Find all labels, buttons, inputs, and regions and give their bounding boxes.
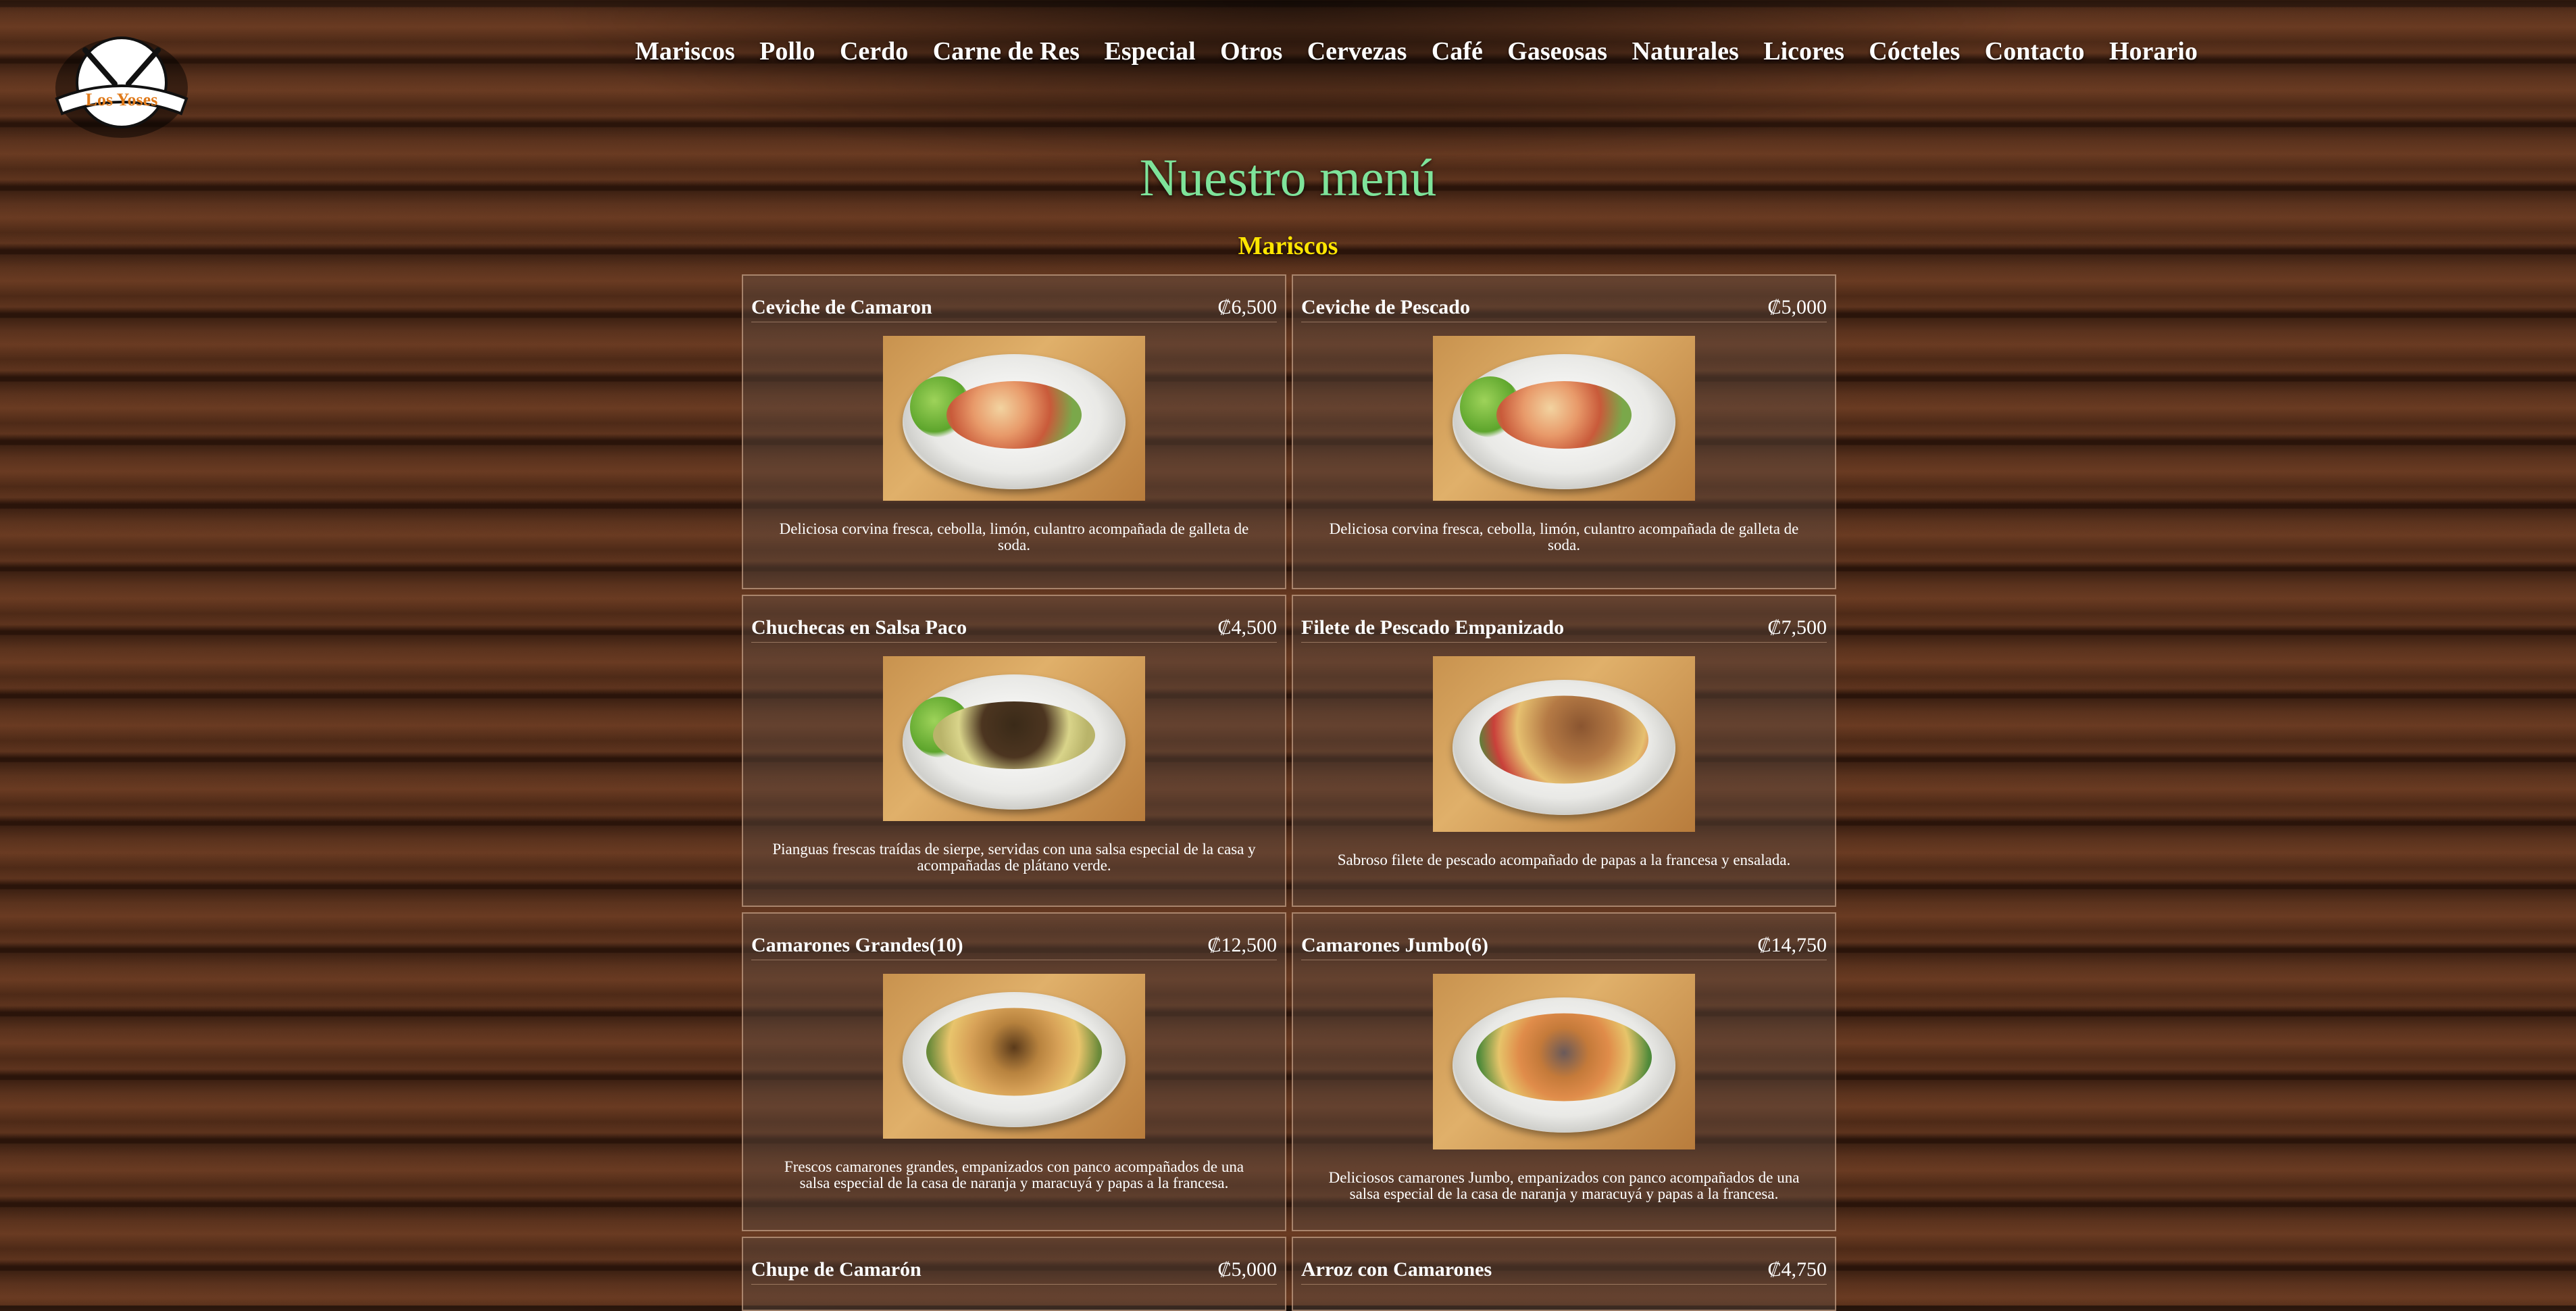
menu-item-photo xyxy=(883,656,1145,821)
menu-item-header: Filete de Pescado Empanizado ₡7,500 xyxy=(1301,616,1827,643)
menu-item-price: ₡5,000 xyxy=(1217,1258,1277,1281)
menu-item-price: ₡6,500 xyxy=(1217,296,1277,318)
menu-item-card: Camarones Grandes(10) ₡12,500 Frescos ca… xyxy=(742,912,1286,1231)
menu-item-description: Deliciosos camarones Jumbo, empanizados … xyxy=(1328,1169,1800,1203)
page-title: Nuestro menú xyxy=(1139,148,1437,207)
menu-item-name: Chupe de Camarón xyxy=(751,1258,921,1281)
nav-otros[interactable]: Otros xyxy=(1220,36,1282,66)
menu-item-description: Frescos camarones grandes, empanizados c… xyxy=(784,1158,1244,1192)
nav-contacto[interactable]: Contacto xyxy=(1985,36,2085,66)
menu-item-header: Arroz con Camarones ₡4,750 xyxy=(1301,1258,1827,1285)
menu-item-photo xyxy=(1433,656,1695,832)
menu-item-price: ₡7,500 xyxy=(1767,616,1827,639)
menu-item-header: Camarones Jumbo(6) ₡14,750 xyxy=(1301,934,1827,960)
menu-item-card: Chuchecas en Salsa Paco ₡4,500 Pianguas … xyxy=(742,595,1286,907)
menu-item-photo xyxy=(883,336,1145,501)
nav-naturales[interactable]: Naturales xyxy=(1632,36,1739,66)
menu-item-card: Ceviche de Pescado ₡5,000 Deliciosa corv… xyxy=(1292,274,1836,589)
nav-pollo[interactable]: Pollo xyxy=(759,36,815,66)
menu-item-name: Ceviche de Pescado xyxy=(1301,296,1470,318)
menu-grid: Ceviche de Camaron ₡6,500 Deliciosa corv… xyxy=(742,274,1836,1311)
menu-item-description: Pianguas frescas traídas de sierpe, serv… xyxy=(772,841,1256,874)
menu-item-description: Deliciosa corvina fresca, cebolla, limón… xyxy=(1329,520,1799,554)
menu-item-header: Camarones Grandes(10) ₡12,500 xyxy=(751,934,1277,960)
nav-licores[interactable]: Licores xyxy=(1763,36,1844,66)
nav-especial[interactable]: Especial xyxy=(1105,36,1196,66)
menu-item-price: ₡4,500 xyxy=(1217,616,1277,639)
main-nav: Mariscos Pollo Cerdo Carne de Res Especi… xyxy=(635,31,2198,72)
menu-item-photo xyxy=(1433,336,1695,501)
nav-mariscos[interactable]: Mariscos xyxy=(635,36,735,66)
logo-text: Los Yoses xyxy=(86,90,158,109)
menu-item-card: Arroz con Camarones ₡4,750 xyxy=(1292,1237,1836,1311)
menu-item-name: Ceviche de Camaron xyxy=(751,296,932,318)
nav-cervezas[interactable]: Cervezas xyxy=(1307,36,1407,66)
menu-item-card: Camarones Jumbo(6) ₡14,750 Deliciosos ca… xyxy=(1292,912,1836,1231)
menu-item-name: Arroz con Camarones xyxy=(1301,1258,1492,1281)
menu-item-description: Sabroso filete de pescado acompañado de … xyxy=(1337,851,1791,868)
menu-item-photo xyxy=(883,974,1145,1139)
nav-cafe[interactable]: Café xyxy=(1432,36,1483,66)
nav-cocteles[interactable]: Cócteles xyxy=(1869,36,1960,66)
menu-item-price: ₡14,750 xyxy=(1757,934,1827,956)
menu-item-header: Chuchecas en Salsa Paco ₡4,500 xyxy=(751,616,1277,643)
menu-item-photo xyxy=(1433,974,1695,1149)
menu-item-name: Filete de Pescado Empanizado xyxy=(1301,616,1565,639)
menu-item-price: ₡12,500 xyxy=(1207,934,1277,956)
nav-gaseosas[interactable]: Gaseosas xyxy=(1507,36,1607,66)
menu-item-card: Filete de Pescado Empanizado ₡7,500 Sabr… xyxy=(1292,595,1836,907)
menu-item-price: ₡4,750 xyxy=(1767,1258,1827,1281)
nav-carne-de-res[interactable]: Carne de Res xyxy=(933,36,1080,66)
menu-item-price: ₡5,000 xyxy=(1767,296,1827,318)
menu-item-header: Ceviche de Camaron ₡6,500 xyxy=(751,296,1277,322)
menu-item-name: Camarones Jumbo(6) xyxy=(1301,934,1488,956)
logo[interactable]: Los Yoses xyxy=(43,32,200,141)
section-title: Mariscos xyxy=(1238,232,1338,260)
nav-horario[interactable]: Horario xyxy=(2109,36,2198,66)
menu-item-card: Ceviche de Camaron ₡6,500 Deliciosa corv… xyxy=(742,274,1286,589)
menu-item-name: Camarones Grandes(10) xyxy=(751,934,963,956)
menu-item-name: Chuchecas en Salsa Paco xyxy=(751,616,967,639)
nav-cerdo[interactable]: Cerdo xyxy=(840,36,908,66)
menu-item-card: Chupe de Camarón ₡5,000 xyxy=(742,1237,1286,1311)
menu-item-header: Ceviche de Pescado ₡5,000 xyxy=(1301,296,1827,322)
menu-item-description: Deliciosa corvina fresca, cebolla, limón… xyxy=(779,520,1249,554)
menu-item-header: Chupe de Camarón ₡5,000 xyxy=(751,1258,1277,1285)
